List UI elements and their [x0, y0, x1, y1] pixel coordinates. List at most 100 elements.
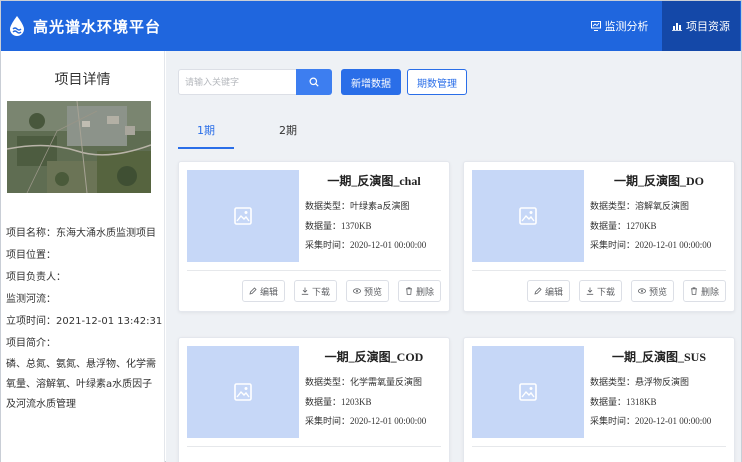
card-thumbnail[interactable]: [472, 346, 584, 438]
collect-time-label: 采集时间：: [590, 417, 636, 427]
logo: 高光谱水环境平台: [7, 15, 161, 37]
nav-project-resources[interactable]: 项目资源: [662, 1, 740, 51]
image-placeholder-icon: [234, 207, 252, 225]
project-summary-label: 项目简介：: [6, 338, 56, 349]
edit-label: 编辑: [259, 287, 278, 298]
image-placeholder-icon: [234, 383, 252, 401]
collect-time-value: 2020-12-01 00:00:00: [350, 240, 427, 250]
collect-time-label: 采集时间：: [305, 417, 351, 427]
project-time-row: 立项时间：2021-12-01 13:42:31: [6, 311, 164, 333]
trash-icon: [690, 287, 697, 295]
edit-button[interactable]: 编辑: [526, 280, 570, 302]
card-meta: 数据类型：叶绿素a反演图 数据量：1370KB 采集时间：2020-12-01 …: [305, 198, 426, 255]
card-meta: 数据类型：溶解氧反演图 数据量：1270KB 采集时间：2020-12-01 0…: [590, 198, 711, 255]
project-time-label: 立项时间：: [6, 316, 56, 327]
tab-period-1[interactable]: 1期: [178, 119, 234, 149]
download-label: 下载: [596, 287, 615, 298]
download-button[interactable]: 下载: [578, 280, 622, 302]
monitored-river-row: 监测河流：: [6, 289, 164, 311]
search-input[interactable]: [178, 69, 296, 95]
project-time-value: 2021-12-01 13:42:31: [56, 316, 163, 327]
data-type-value: 悬浮物反演图: [635, 378, 690, 388]
nav-resources-label: 项目资源: [686, 20, 730, 33]
data-card: 一期_反演图_DO 数据类型：溶解氧反演图 数据量：1270KB 采集时间：20…: [463, 161, 735, 312]
project-detail-sidebar: 项目详情 项目名称：东海大涌水质监测项目 项目位置： 项目负责人： 监测河流： …: [1, 51, 165, 462]
data-type-label: 数据类型：: [305, 202, 351, 212]
card-title: 一期_反演图_DO: [613, 174, 704, 188]
data-size-label: 数据量：: [590, 398, 627, 408]
project-location-row: 项目位置：: [6, 245, 164, 267]
eye-icon: [637, 288, 646, 294]
main-nav: 监测分析 项目资源: [577, 1, 741, 51]
bar-chart-icon: [672, 23, 682, 31]
data-type-value: 化学需氧量反演图: [350, 378, 423, 388]
project-location-label: 项目位置：: [6, 250, 56, 261]
card-title: 一期_反演图_SUS: [611, 350, 706, 364]
data-type-label: 数据类型：: [590, 202, 636, 212]
tab-period-2[interactable]: 2期: [268, 119, 308, 149]
download-icon: [301, 287, 309, 295]
card-thumbnail[interactable]: [187, 170, 299, 262]
satellite-map-image: [7, 101, 151, 193]
trash-icon: [405, 287, 412, 295]
period-tabs: 1期 2期: [178, 119, 738, 149]
delete-button[interactable]: 删除: [682, 280, 726, 302]
delete-label: 删除: [415, 287, 434, 298]
image-placeholder-icon: [519, 383, 537, 401]
monitored-river-label: 监测河流：: [6, 294, 56, 305]
sidebar-title: 项目详情: [54, 72, 111, 88]
search-button[interactable]: [296, 69, 332, 95]
edit-icon: [534, 287, 542, 295]
card-title: 一期_反演图_chal: [327, 174, 421, 188]
project-info-list: 项目名称：东海大涌水质监测项目 项目位置： 项目负责人： 监测河流： 立项时间：…: [6, 223, 164, 415]
project-name-label: 项目名称：: [6, 228, 56, 239]
collect-time-value: 2020-12-01 00:00:00: [635, 416, 712, 426]
preview-button[interactable]: 预览: [345, 280, 389, 302]
card-meta: 数据类型：化学需氧量反演图 数据量：1203KB 采集时间：2020-12-01…: [305, 374, 426, 431]
project-owner-row: 项目负责人：: [6, 267, 164, 289]
add-data-button[interactable]: 新增数据: [341, 69, 401, 95]
collect-time-value: 2020-12-01 00:00:00: [635, 240, 712, 250]
delete-button[interactable]: 删除: [397, 280, 441, 302]
download-icon: [586, 287, 594, 295]
top-header: 高光谱水环境平台 监测分析 项目资源: [1, 1, 741, 51]
collect-time-value: 2020-12-01 00:00:00: [350, 416, 427, 426]
data-size-label: 数据量：: [305, 222, 342, 232]
data-card: 一期_反演图_COD 数据类型：化学需氧量反演图 数据量：1203KB 采集时间…: [178, 337, 450, 462]
data-size-value: 1270KB: [626, 221, 657, 231]
card-divider: [472, 270, 726, 271]
search-icon: [309, 77, 319, 87]
main-content: 新增数据 期数管理 1期 2期 一期_反演图_chal 数据类型：叶绿素a反演图…: [166, 51, 741, 462]
delete-label: 删除: [700, 287, 719, 298]
card-thumbnail[interactable]: [472, 170, 584, 262]
period-management-button[interactable]: 期数管理: [407, 69, 467, 95]
card-divider: [187, 446, 441, 447]
project-name-value: 东海大涌水质监测项目: [56, 228, 156, 239]
data-card: 一期_反演图_chal 数据类型：叶绿素a反演图 数据量：1370KB 采集时间…: [178, 161, 450, 312]
preview-label: 预览: [648, 287, 667, 298]
card-thumbnail[interactable]: [187, 346, 299, 438]
data-card: 一期_反演图_SUS 数据类型：悬浮物反演图 数据量：1318KB 采集时间：2…: [463, 337, 735, 462]
nav-monitor-label: 监测分析: [604, 20, 649, 33]
card-divider: [472, 446, 726, 447]
data-size-label: 数据量：: [305, 398, 342, 408]
data-type-label: 数据类型：: [305, 378, 351, 388]
data-type-value: 溶解氧反演图: [635, 202, 690, 212]
eye-icon: [352, 288, 361, 294]
data-size-label: 数据量：: [590, 222, 627, 232]
card-actions: 编辑 下载 预览 删除: [518, 280, 726, 302]
data-type-label: 数据类型：: [590, 378, 636, 388]
preview-button[interactable]: 预览: [630, 280, 674, 302]
card-divider: [187, 270, 441, 271]
edit-button[interactable]: 编辑: [241, 280, 285, 302]
nav-monitor-analysis[interactable]: 监测分析: [577, 1, 662, 51]
data-size-value: 1203KB: [341, 397, 372, 407]
data-size-value: 1318KB: [626, 397, 657, 407]
data-size-value: 1370KB: [341, 221, 372, 231]
download-button[interactable]: 下载: [293, 280, 337, 302]
download-label: 下载: [311, 287, 330, 298]
edit-label: 编辑: [544, 287, 563, 298]
monitor-icon: [590, 21, 601, 31]
card-actions: 编辑 下载 预览 删除: [233, 280, 441, 302]
collect-time-label: 采集时间：: [590, 241, 636, 251]
